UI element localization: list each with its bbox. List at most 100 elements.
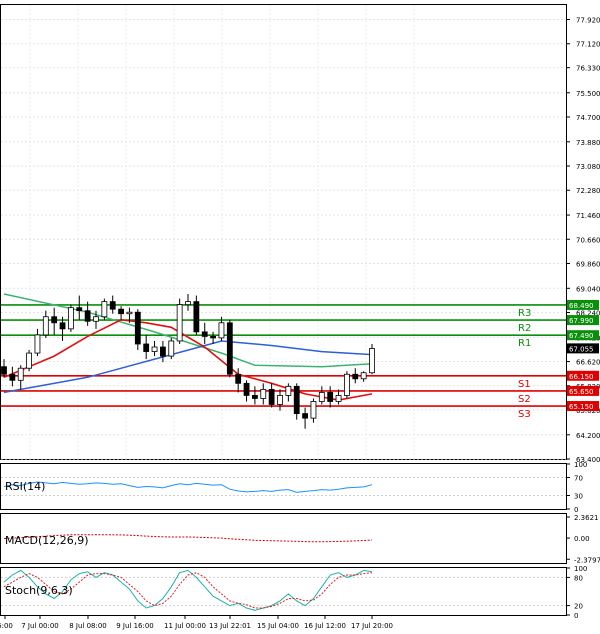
- time-tick-label: 11 Jul 00:00: [164, 622, 206, 630]
- candle-body: [17, 367, 24, 381]
- price-tick-label: 64.200: [576, 432, 600, 440]
- candle-body: [176, 304, 183, 342]
- indicator-tick-label: 0.00: [574, 535, 590, 543]
- level-label-r3: R3: [518, 308, 531, 319]
- candle-body: [101, 301, 108, 318]
- candle-body: [318, 392, 325, 402]
- indicator-tick-label: 70: [574, 475, 583, 483]
- level-price-label-s2: 65.650: [569, 388, 594, 396]
- indicator-tick-label: 20: [574, 603, 583, 611]
- candle-body: [42, 316, 49, 336]
- candle-body: [293, 385, 300, 414]
- candle: [101, 298, 108, 320]
- price-tick-label: 70.660: [576, 236, 600, 244]
- indicator-tick-label: 0: [574, 612, 578, 620]
- current-price-label: 67.055: [569, 345, 594, 353]
- rsi-panel-frame: [0, 463, 567, 510]
- candle-body: [143, 343, 150, 352]
- candle: [134, 309, 141, 351]
- indicator-tick-label: -2.3797: [574, 556, 600, 564]
- candle-body: [193, 301, 200, 333]
- candle-body: [118, 308, 124, 315]
- price-tick-label: 71.460: [576, 212, 600, 220]
- stoch-label: Stoch(9,6,3): [5, 584, 73, 597]
- time-tick-label: 15 Jul 04:00: [257, 622, 299, 630]
- level-label-r2: R2: [518, 323, 531, 334]
- level-label-s1: S1: [518, 379, 531, 390]
- chart-svg: 77.920 77.120 76.330 75.500 74.700 73.880 73.0…: [0, 4, 600, 630]
- candle-body: [26, 352, 32, 369]
- candle-body: [76, 307, 83, 312]
- candle-body: [235, 373, 242, 384]
- time-tick-label: 17 Jul 20:00: [351, 622, 393, 630]
- candle-body: [185, 301, 191, 306]
- time-axis: 6:00 7 Jul 00:00 8 Jul 08:00 9 Jul 16:00 11 …: [0, 615, 393, 630]
- time-tick-label: 16 Jul 12:00: [304, 622, 346, 630]
- candle-body: [260, 388, 267, 399]
- time-tick-label: 6:00: [0, 622, 13, 630]
- candle: [369, 343, 375, 375]
- candle-body: [210, 336, 216, 339]
- price-tick-label: 72.280: [576, 187, 600, 195]
- indicator-tick-label: 2.3621: [574, 514, 599, 522]
- candle-body: [226, 322, 233, 375]
- indicator-tick-label: 100: [574, 461, 587, 469]
- candle-body: [93, 316, 99, 322]
- candle: [226, 319, 233, 378]
- candle-body: [160, 346, 166, 357]
- candle-body: [109, 301, 116, 310]
- level-price-label-r3: 68.490: [569, 302, 594, 310]
- time-tick-label: 7 Jul 00:00: [21, 622, 59, 630]
- time-tick-label: 8 Jul 08:00: [69, 622, 107, 630]
- price-tick-label: 66.620: [576, 359, 600, 367]
- indicator-tick-label: 80: [574, 574, 583, 582]
- candle-body: [335, 395, 342, 402]
- candle: [68, 304, 74, 332]
- candle-body: [352, 373, 359, 380]
- candle: [26, 350, 32, 372]
- candle-body: [218, 322, 225, 339]
- macd-label: MACD(12,26,9): [5, 534, 89, 547]
- price-tick-label: 76.330: [576, 65, 600, 73]
- price-tick-label: 75.500: [576, 90, 600, 98]
- level-label-s2: S2: [518, 394, 531, 405]
- candle-body: [360, 372, 367, 380]
- candle-body: [126, 311, 133, 315]
- candle-body: [252, 395, 258, 399]
- candle-body: [201, 331, 208, 337]
- candle-body: [344, 373, 350, 396]
- candle-body: [268, 388, 275, 405]
- candle-body: [9, 373, 16, 381]
- level-price-label-s3: 65.150: [569, 403, 594, 411]
- candle-body: [277, 395, 283, 405]
- indicator-tick-label: 30: [574, 493, 583, 501]
- candle: [176, 298, 183, 344]
- rsi-label: RSI(14): [5, 480, 45, 493]
- price-tick-label: 69.040: [576, 285, 600, 293]
- candle-body: [34, 334, 41, 354]
- candle-body: [59, 322, 66, 330]
- indicator-tick-label: 0: [574, 506, 578, 514]
- candle-body: [302, 413, 308, 419]
- level-price-label-r2: 67.990: [569, 317, 594, 325]
- candle-body: [310, 401, 317, 419]
- current-price: 67.055: [567, 343, 599, 354]
- price-tick-label: 74.700: [576, 114, 600, 122]
- level-price-label-r1: 67.490: [569, 332, 594, 340]
- indicator-tick-label: 100: [574, 565, 587, 573]
- main-price-axis: 77.920 77.120 76.330 75.500 74.700 73.880 73.0…: [566, 17, 600, 464]
- candle: [168, 337, 175, 360]
- candle-body: [285, 385, 292, 396]
- price-tick-label: 77.920: [576, 17, 600, 25]
- candle-body: [243, 382, 250, 396]
- level-label-r1: R1: [518, 338, 531, 349]
- candle-body: [84, 310, 91, 322]
- level-label-s3: S3: [518, 409, 531, 420]
- level-price-label-s1: 66.150: [569, 373, 594, 381]
- price-tick-label: 77.120: [576, 41, 600, 49]
- price-tick-label: 73.080: [576, 163, 600, 171]
- price-tick-label: 69.860: [576, 260, 600, 268]
- candle-body: [168, 340, 175, 357]
- time-tick-label: 13 Jul 22:01: [209, 622, 251, 630]
- candle-body: [51, 316, 58, 324]
